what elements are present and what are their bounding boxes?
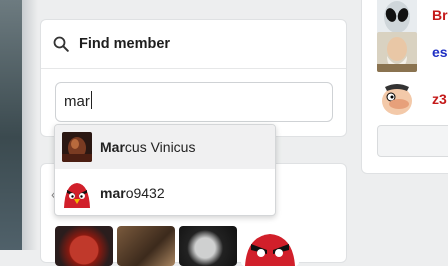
member-search-value: mar [64,93,90,110]
cartoon-face-avatar [377,79,417,119]
suggestion-name: maro9432 [100,185,165,201]
member-row[interactable]: es [377,32,448,72]
member-row[interactable]: Br [377,0,448,35]
alien-avatar [377,0,417,35]
find-member-card: Find member mar [40,19,347,137]
angry-bird-avatar [62,178,92,208]
member-name: z3 [432,91,447,107]
search-icon [53,36,69,52]
old-man-avatar [377,32,417,72]
angry-bird-thumbnail-art [245,234,295,266]
suggestion-item[interactable]: Marcus Vinicus [55,125,275,169]
dark-portrait-avatar [62,132,92,162]
member-thumbnail[interactable] [241,226,299,266]
right-panel-button[interactable] [377,125,448,157]
window-background-fade [22,0,38,250]
member-name: es [432,44,448,60]
online-members-panel: Br es z3 [361,0,448,174]
member-thumbnail[interactable] [117,226,175,266]
window-background-strip [0,0,22,250]
member-name: Br [432,7,448,23]
member-thumbnail[interactable] [55,226,113,266]
member-suggestions-dropdown: Marcus Vinicus maro9432 [54,124,276,216]
find-member-header: Find member [41,20,346,69]
suggestion-item[interactable]: maro9432 [55,171,275,215]
member-search-input[interactable]: mar [55,82,333,122]
member-thumbnails [55,226,345,266]
member-thumbnail[interactable] [179,226,237,266]
member-row[interactable]: z3 [377,79,448,119]
find-member-title: Find member [79,36,171,52]
text-caret [90,91,92,109]
suggestion-name: Marcus Vinicus [100,139,196,155]
